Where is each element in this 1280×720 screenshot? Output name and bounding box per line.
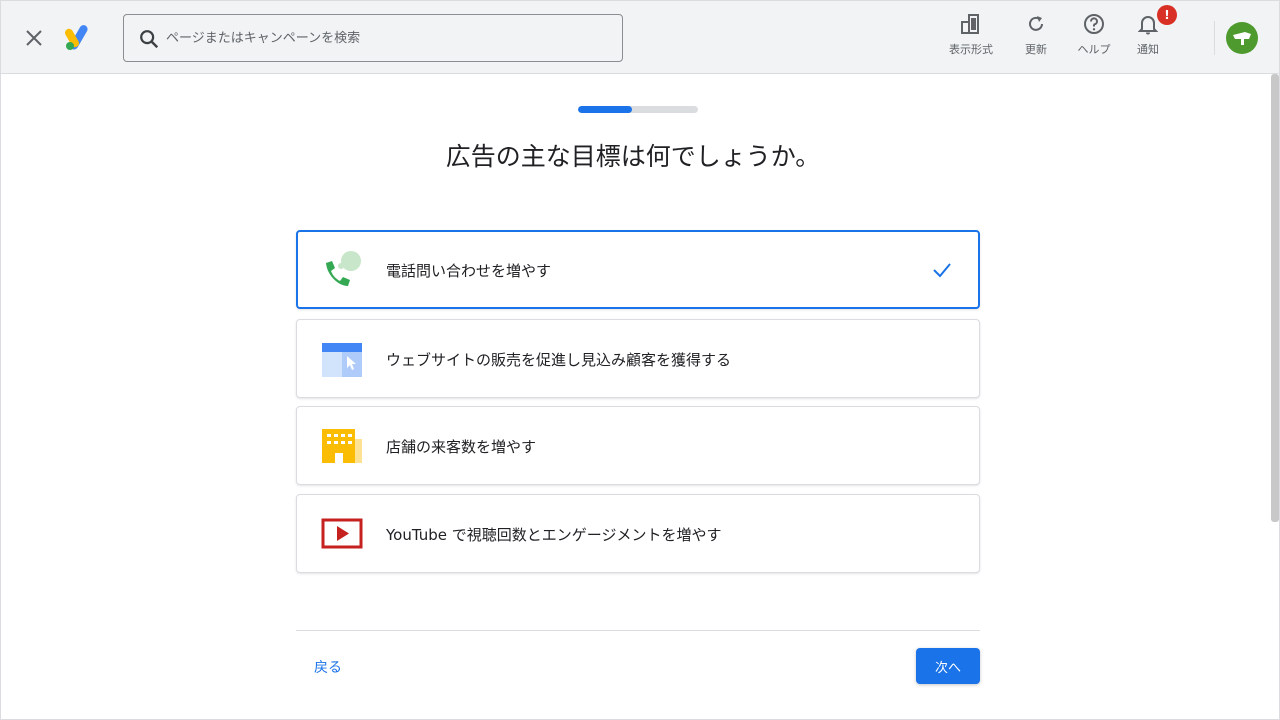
website-icon <box>322 343 362 377</box>
goal-option-label: ウェブサイトの販売を促進し見込み顧客を獲得する <box>386 351 732 369</box>
view-format-button[interactable]: 表示形式 <box>943 11 999 61</box>
scrollbar[interactable] <box>1271 74 1279 522</box>
goal-option-label: YouTube で視聴回数とエンゲージメントを増やす <box>386 526 722 544</box>
back-button[interactable]: 戻る <box>314 657 342 677</box>
refresh-label: 更新 <box>1025 43 1047 56</box>
search-input[interactable] <box>166 25 606 51</box>
top-bar: 表示形式 更新 ヘルプ <box>1 1 1279 74</box>
close-icon <box>26 30 42 46</box>
view-format-label: 表示形式 <box>949 43 993 56</box>
account-icon <box>1233 32 1251 45</box>
refresh-icon <box>1029 16 1043 31</box>
help-button[interactable]: ヘルプ <box>1071 11 1117 61</box>
search-box[interactable] <box>123 14 623 62</box>
footer-divider <box>296 630 980 631</box>
next-button[interactable]: 次へ <box>916 648 980 684</box>
toolbar-divider <box>1214 21 1215 55</box>
view-format-icon <box>961 14 979 34</box>
progress-fill <box>578 106 632 113</box>
goal-option-youtube[interactable]: YouTube で視聴回数とエンゲージメントを増やす <box>296 494 980 573</box>
page-title: 広告の主な目標は何でしょうか。 <box>445 142 821 171</box>
notifications-label: 通知 <box>1137 43 1159 56</box>
goal-option-phone-calls[interactable]: 電話問い合わせを増やす <box>296 230 980 309</box>
goal-option-label: 電話問い合わせを増やす <box>386 262 552 280</box>
avatar[interactable] <box>1226 22 1258 54</box>
goal-option-store-visits[interactable]: 店舗の来客数を増やす <box>296 406 980 485</box>
store-icon <box>322 429 362 463</box>
help-label: ヘルプ <box>1077 43 1111 56</box>
phone-call-icon <box>326 251 361 286</box>
refresh-button[interactable]: 更新 <box>1015 11 1057 61</box>
app-window: 表示形式 更新 ヘルプ <box>0 0 1280 720</box>
goal-option-website-sales[interactable]: ウェブサイトの販売を促進し見込み顧客を獲得する <box>296 319 980 398</box>
goal-option-label: 店舗の来客数を増やす <box>386 438 537 456</box>
youtube-icon <box>321 518 363 549</box>
help-icon <box>1084 14 1104 34</box>
close-button[interactable] <box>19 23 49 53</box>
google-ads-logo[interactable] <box>65 25 93 51</box>
notifications-button[interactable]: ! 通知 <box>1129 5 1177 61</box>
search-icon <box>140 30 159 49</box>
notification-badge: ! <box>1157 5 1177 25</box>
progress-bar <box>578 106 698 113</box>
checkmark-icon <box>933 263 951 278</box>
bell-icon <box>1138 16 1158 35</box>
